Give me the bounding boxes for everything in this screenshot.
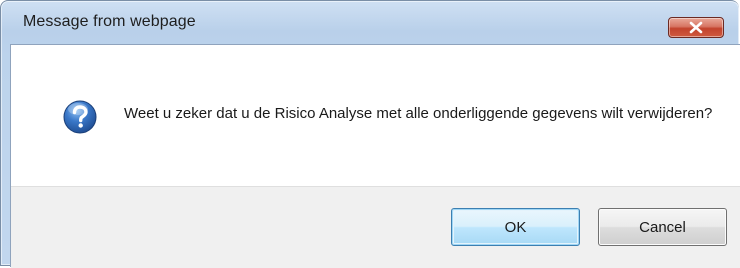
close-button[interactable] [668, 17, 724, 38]
dialog-body: Weet u zeker dat u de Risico Analyse met… [10, 44, 740, 268]
message-area: Weet u zeker dat u de Risico Analyse met… [11, 45, 740, 186]
question-icon [63, 100, 97, 134]
title-bar[interactable]: Message from webpage [1, 1, 740, 41]
dialog-message: Weet u zeker dat u de Risico Analyse met… [124, 105, 713, 122]
cancel-button[interactable]: Cancel [598, 208, 727, 246]
close-icon [689, 21, 703, 34]
message-dialog: Message from webpage Weet u zeker dat u … [0, 0, 740, 268]
button-bar: OK Cancel [11, 186, 740, 268]
window-title: Message from webpage [23, 13, 196, 30]
ok-button[interactable]: OK [451, 208, 580, 246]
